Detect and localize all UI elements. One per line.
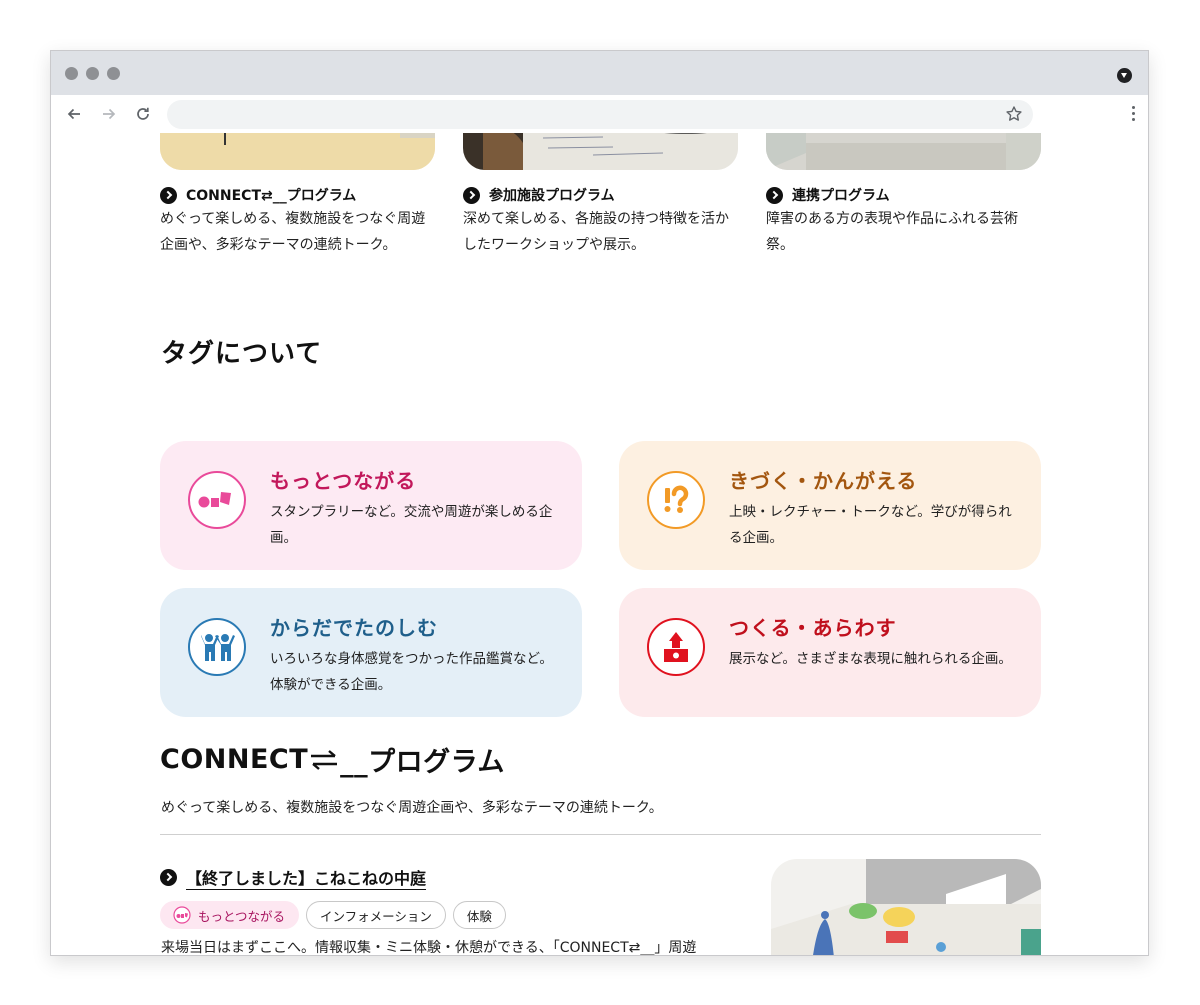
connect-section-desc: めぐって楽しめる、複数施設をつなぐ周遊企画や、多彩なテーマの連続トーク。 <box>161 800 663 816</box>
tag-desc: 展示など。さまざまな表現に触れられる企画。 <box>729 651 1012 667</box>
reload-icon[interactable] <box>130 101 156 127</box>
forward-icon[interactable] <box>96 101 122 127</box>
tag-name: からだでたのしむ <box>270 616 438 640</box>
profile-menu-icon[interactable] <box>1117 68 1132 83</box>
connect-heading: CONNECT __プログラム <box>160 740 505 779</box>
chevron-right-icon <box>160 186 177 204</box>
tag-card-karada-de-tanoshimu[interactable]: からだでたのしむ いろいろな身体感覚をつかった作品鑑賞など。体験ができる企画。 <box>160 588 582 717</box>
program-desc: 障害のある方の表現や作品にふれる芸術祭。 <box>766 211 1018 253</box>
tag-desc: 上映・レクチャー・トークなど。学びが得られる企画。 <box>729 504 1012 546</box>
program-title: 参加施設プログラム <box>489 188 615 204</box>
tag-desc: スタンプラリーなど。交流や周遊が楽しめる企画。 <box>270 504 553 546</box>
program-image-partner[interactable] <box>766 133 1041 170</box>
address-bar[interactable] <box>167 100 1033 129</box>
close-window-dot[interactable] <box>65 67 78 80</box>
browser-window: CONNECT⇄__プログラム めぐって楽しめる、複数施設をつなぐ周遊企画や、多… <box>50 50 1149 956</box>
exclamation-question-icon <box>647 471 705 529</box>
tag-name: つくる・あらわす <box>729 616 897 640</box>
people-icon <box>188 618 246 676</box>
program-title: 連携プログラム <box>792 188 890 204</box>
tag-desc: いろいろな身体感覚をつかった作品鑑賞など。体験ができる企画。 <box>270 651 553 693</box>
tag-card-kizuku-kangaeru[interactable]: きづく・かんがえる 上映・レクチャー・トークなど。学びが得られる企画。 <box>619 441 1041 570</box>
program-title: CONNECT⇄__プログラム <box>186 188 357 204</box>
tag-chip-motto-tsunagaru[interactable]: もっとつながる <box>160 901 300 929</box>
arrows-icon <box>311 749 338 770</box>
blocks-icon <box>647 618 705 676</box>
chevron-right-icon <box>766 186 783 204</box>
tags-heading: タグについて <box>161 339 323 369</box>
tag-card-tsukuru-arawasu[interactable]: つくる・あらわす 展示など。さまざまな表現に触れられる企画。 <box>619 588 1041 717</box>
tag-chip-label: もっとつながる <box>198 908 286 924</box>
tag-card-motto-tsunagaru[interactable]: もっとつながる スタンプラリーなど。交流や周遊が楽しめる企画。 <box>160 441 582 570</box>
program-desc: 深めて楽しめる、各施設の持つ特徴を活かしたワークショップや展示。 <box>463 211 729 253</box>
minimize-window-dot[interactable] <box>86 67 99 80</box>
connect-heading-prefix: CONNECT <box>160 744 309 775</box>
program-link-partner[interactable]: 連携プログラム <box>766 185 890 205</box>
tag-name: もっとつながる <box>270 469 417 493</box>
event-image[interactable] <box>771 859 1041 955</box>
tag-chip-label: インフォメーション <box>320 908 432 924</box>
shapes-icon <box>188 471 246 529</box>
program-desc: めぐって楽しめる、複数施設をつなぐ周遊企画や、多彩なテーマの連続トーク。 <box>160 211 426 253</box>
event-title: 【終了しました】こねこねの中庭 <box>186 869 427 888</box>
tag-name: きづく・かんがえる <box>729 469 918 493</box>
tag-chip-label: 体験 <box>466 908 492 924</box>
event-link[interactable]: 【終了しました】こねこねの中庭 <box>160 865 426 889</box>
event-tag-list: もっとつながる インフォメーション 体験 <box>160 901 513 929</box>
page-viewport: CONNECT⇄__プログラム めぐって楽しめる、複数施設をつなぐ周遊企画や、多… <box>51 133 1148 956</box>
program-link-connect[interactable]: CONNECT⇄__プログラム <box>160 185 356 205</box>
tag-chip-information[interactable]: インフォメーション <box>306 901 446 929</box>
chevron-right-icon <box>463 186 480 204</box>
chevron-right-icon <box>160 868 177 886</box>
program-image-facility[interactable] <box>463 133 738 170</box>
title-bar <box>51 51 1148 95</box>
maximize-window-dot[interactable] <box>107 67 120 80</box>
program-image-connect[interactable] <box>160 133 435 170</box>
shapes-icon <box>173 906 191 924</box>
bookmark-star-icon[interactable] <box>1005 105 1023 127</box>
event-desc: 来場当日はまずここへ。情報収集・ミニ体験・休憩ができる、「CONNECT⇄__」… <box>161 940 697 956</box>
browser-toolbar <box>51 95 1148 133</box>
section-divider <box>160 834 1041 835</box>
connect-heading-suffix: __プログラム <box>340 747 505 778</box>
back-icon[interactable] <box>61 101 87 127</box>
program-link-facility[interactable]: 参加施設プログラム <box>463 185 615 205</box>
tag-chip-experience[interactable]: 体験 <box>452 901 506 929</box>
more-menu-icon[interactable] <box>1132 106 1136 124</box>
